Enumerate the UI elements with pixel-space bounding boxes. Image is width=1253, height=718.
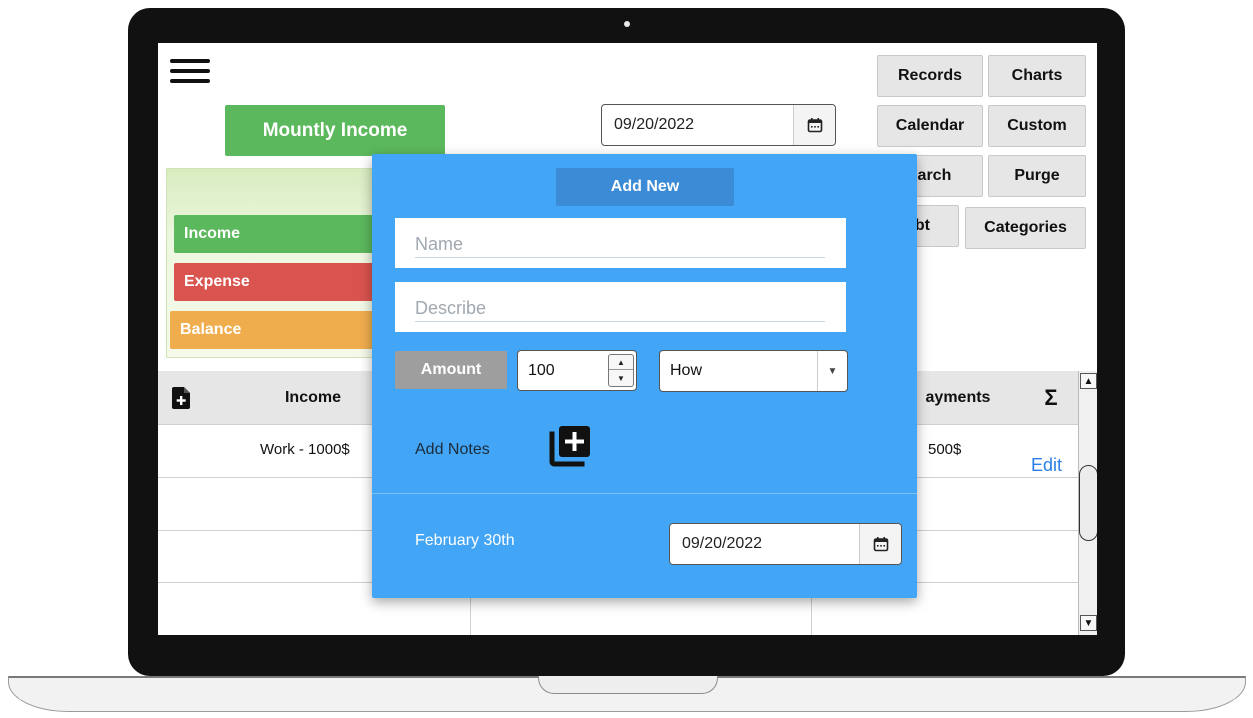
- charts-button[interactable]: Charts: [988, 55, 1086, 97]
- add-notes-icon[interactable]: [548, 424, 592, 468]
- scrollbar-thumb[interactable]: [1079, 465, 1097, 541]
- add-file-icon[interactable]: [170, 371, 192, 425]
- chevron-down-icon[interactable]: ▼: [817, 351, 847, 391]
- how-select[interactable]: How ▼: [659, 350, 848, 392]
- scroll-down-icon[interactable]: ▼: [1080, 615, 1097, 631]
- date-field[interactable]: 09/20/2022: [601, 104, 836, 146]
- add-notes-label: Add Notes: [415, 441, 490, 458]
- increment-icon[interactable]: ▲: [609, 355, 633, 370]
- stepper-controls: ▲ ▼: [608, 354, 634, 387]
- describe-field-container: [395, 282, 846, 332]
- describe-input[interactable]: [415, 296, 825, 322]
- dialog-divider: [372, 493, 917, 494]
- date-value: 09/20/2022: [614, 116, 695, 133]
- income-column-header: Income: [284, 389, 341, 406]
- sum-icon[interactable]: Σ: [1036, 371, 1066, 425]
- edit-link[interactable]: Edit: [1031, 455, 1062, 476]
- add-new-dialog: Add New Amount 100 ▲ ▼ How ▼ Add Notes F…: [372, 154, 917, 598]
- income-button[interactable]: Income: [174, 215, 374, 253]
- add-new-button[interactable]: Add New: [556, 168, 734, 206]
- records-button[interactable]: Records: [877, 55, 983, 97]
- name-input[interactable]: [415, 232, 825, 258]
- vertical-scrollbar[interactable]: ▲ ▼: [1078, 371, 1097, 635]
- monthly-income-button[interactable]: Mountly Income: [225, 105, 445, 156]
- calendar-icon[interactable]: [793, 105, 835, 145]
- expense-button[interactable]: Expense: [174, 263, 374, 301]
- date-label: February 30th: [415, 532, 515, 549]
- scroll-up-icon[interactable]: ▲: [1080, 373, 1097, 389]
- purge-button[interactable]: Purge: [988, 155, 1086, 197]
- laptop-notch: [538, 676, 718, 694]
- modal-date-field[interactable]: 09/20/2022: [669, 523, 902, 565]
- payments-cell: 500$: [928, 441, 962, 458]
- amount-button[interactable]: Amount: [395, 351, 507, 389]
- how-value: How: [670, 362, 703, 379]
- menu-icon[interactable]: [170, 57, 210, 85]
- income-cell: Work - 1000$: [260, 441, 350, 458]
- custom-button[interactable]: Custom: [988, 105, 1086, 147]
- camera-icon: [624, 21, 630, 27]
- amount-stepper[interactable]: 100 ▲ ▼: [517, 350, 637, 391]
- modal-date-value: 09/20/2022: [682, 535, 763, 552]
- categories-button[interactable]: Categories: [965, 207, 1086, 249]
- calendar-button[interactable]: Calendar: [877, 105, 983, 147]
- calendar-icon[interactable]: [859, 524, 901, 564]
- balance-button[interactable]: Balance: [170, 311, 374, 349]
- decrement-icon[interactable]: ▼: [609, 371, 633, 386]
- payments-column-header: ayments: [925, 389, 991, 406]
- name-field-container: [395, 218, 846, 268]
- amount-value: 100: [528, 361, 555, 379]
